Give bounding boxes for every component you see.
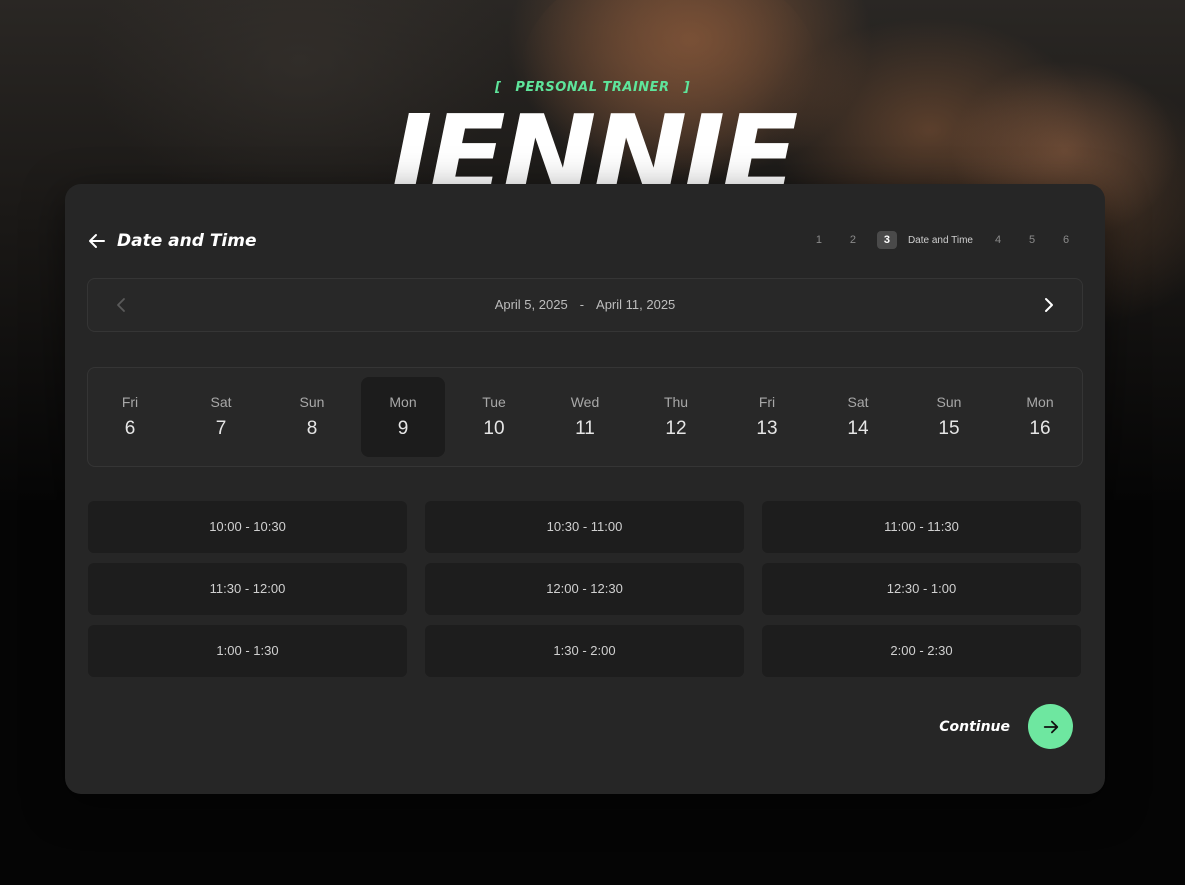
day-name: Wed <box>570 394 600 410</box>
day-name: Mon <box>1026 394 1054 410</box>
range-start: April 5, 2025 <box>494 297 568 312</box>
day-name: Mon <box>389 394 417 410</box>
time-slot[interactable]: 1:30 - 2:00 <box>425 625 744 677</box>
day-number: 11 <box>575 418 595 439</box>
step-indicator: 1 2 3 Date and Time 4 5 6 <box>802 231 1083 249</box>
bracket-right: ] <box>683 80 691 95</box>
time-slot[interactable]: 11:30 - 12:00 <box>88 563 407 615</box>
day-number: 12 <box>665 418 687 439</box>
subtitle-text: PERSONAL TRAINER <box>515 80 670 95</box>
time-slot[interactable]: 10:00 - 10:30 <box>88 501 407 553</box>
day-item[interactable]: Fri 13 <box>725 377 809 457</box>
time-slot[interactable]: 11:00 - 11:30 <box>762 501 1081 553</box>
continue-circle[interactable] <box>1028 704 1073 749</box>
day-name: Fri <box>121 394 139 410</box>
time-slot[interactable]: 10:30 - 11:00 <box>425 501 744 553</box>
day-item[interactable]: Mon 16 <box>998 377 1082 457</box>
day-number: 13 <box>756 418 778 439</box>
active-step-label: Date and Time <box>907 234 973 246</box>
day-number: 7 <box>215 418 227 439</box>
step-2[interactable]: 2 <box>836 234 870 246</box>
time-slot[interactable]: 1:00 - 1:30 <box>88 625 407 677</box>
range-separator: - <box>579 297 585 312</box>
day-number: 15 <box>938 418 960 439</box>
range-end: April 11, 2025 <box>596 297 676 312</box>
hero-title: JENNIE <box>390 96 799 185</box>
step-6[interactable]: 6 <box>1049 234 1083 246</box>
day-number: 6 <box>124 418 136 439</box>
day-name: Thu <box>663 394 689 410</box>
time-slot[interactable]: 2:00 - 2:30 <box>762 625 1081 677</box>
arrow-left-icon[interactable] <box>87 231 107 251</box>
continue-label: Continue <box>939 718 1010 735</box>
day-number: 10 <box>483 418 505 439</box>
day-name: Tue <box>482 394 506 410</box>
day-item-selected[interactable]: Mon 9 <box>361 377 445 457</box>
hero-subtitle: [ PERSONAL TRAINER] <box>0 80 1185 95</box>
bracket-left: [ <box>494 80 502 95</box>
day-item[interactable]: Fri 6 <box>88 377 172 457</box>
day-number: 8 <box>306 418 318 439</box>
booking-card: Date and Time 1 2 3 Date and Time 4 5 6 … <box>65 184 1105 794</box>
day-name: Sun <box>936 394 962 410</box>
time-slot[interactable]: 12:30 - 1:00 <box>762 563 1081 615</box>
arrow-right-icon <box>1043 720 1058 733</box>
day-item[interactable]: Sat 7 <box>179 377 263 457</box>
day-item[interactable]: Sat 14 <box>816 377 900 457</box>
day-item[interactable]: Sun 8 <box>270 377 354 457</box>
day-picker: Fri 6 Sat 7 Sun 8 Mon 9 Tue 10 Wed 11 Thu 12 Fr… <box>87 367 1083 467</box>
day-name: Sat <box>847 394 869 410</box>
date-range-text: April 5, 2025- April 11, 2025 <box>88 297 1082 312</box>
day-item[interactable]: Thu 12 <box>634 377 718 457</box>
day-name: Sat <box>210 394 232 410</box>
time-slot[interactable]: 12:00 - 12:30 <box>425 563 744 615</box>
continue-button[interactable]: Continue <box>939 704 1073 749</box>
step-5[interactable]: 5 <box>1015 234 1049 246</box>
day-number: 9 <box>397 418 409 439</box>
chevron-right-icon[interactable] <box>1038 295 1058 315</box>
day-number: 14 <box>847 418 869 439</box>
day-name: Fri <box>758 394 776 410</box>
step-4[interactable]: 4 <box>981 234 1015 246</box>
day-item[interactable]: Sun 15 <box>907 377 991 457</box>
day-number: 16 <box>1029 418 1051 439</box>
step-1[interactable]: 1 <box>802 234 836 246</box>
day-item[interactable]: Tue 10 <box>452 377 536 457</box>
day-name: Sun <box>299 394 325 410</box>
hero-title-wrap: JENNIE <box>0 96 1185 185</box>
day-item[interactable]: Wed 11 <box>543 377 627 457</box>
page-title: Date and Time <box>117 231 257 251</box>
step-3-active[interactable]: 3 <box>876 231 897 249</box>
date-range-selector: April 5, 2025- April 11, 2025 <box>87 278 1083 332</box>
card-header: Date and Time <box>87 230 257 252</box>
